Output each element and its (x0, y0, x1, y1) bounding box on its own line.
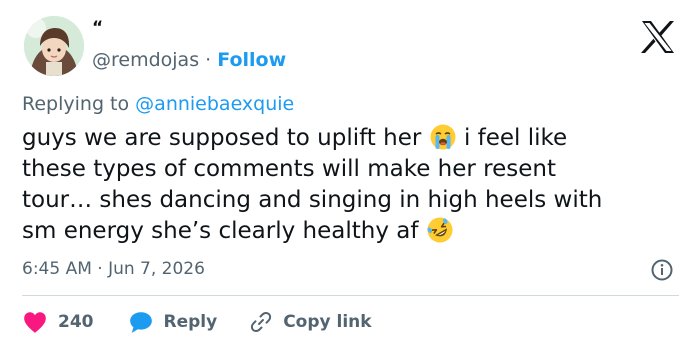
copy-link-button[interactable]: Copy link (249, 310, 372, 334)
avatar[interactable] (24, 16, 84, 76)
tweet-text-segment: guys we are supposed to uplift her (22, 125, 422, 151)
info-icon[interactable] (650, 258, 674, 282)
action-bar: 240 Reply Copy link (22, 308, 682, 336)
like-count: 240 (58, 312, 94, 332)
tweet-card: “ @remdojas · Follow Replying to @annieb… (0, 0, 700, 348)
x-logo-icon[interactable] (640, 20, 676, 54)
tweet-text-segment: i feel like (463, 125, 568, 151)
link-icon (251, 312, 272, 332)
tweet-text-line-2: these types of comments will make her re… (22, 156, 556, 182)
replying-to: Replying to @anniebaexquie (22, 92, 294, 116)
reply-button[interactable]: Reply (128, 310, 218, 334)
separator-dot: · (205, 49, 212, 71)
heart-icon (24, 312, 46, 333)
replying-prefix: Replying to (22, 93, 130, 115)
handle-row: @remdojas · Follow (92, 48, 286, 72)
copy-link-label: Copy link (283, 312, 372, 332)
like-button[interactable]: 240 (22, 310, 94, 334)
reply-mention-link[interactable]: @anniebaexquie (135, 93, 294, 115)
follow-button[interactable]: Follow (217, 49, 286, 71)
divider (22, 295, 679, 296)
tweet-text-line-4: sm energy she’s clearly healthy af (22, 216, 454, 252)
display-name[interactable]: “ (92, 18, 103, 38)
handle[interactable]: @remdojas (92, 49, 199, 71)
avatar-illustration-icon (24, 16, 84, 76)
tweet-text-segment: sm energy she’s clearly healthy af (22, 218, 419, 244)
speech-bubble-icon (129, 312, 152, 333)
timestamp-link[interactable]: 6:45 AM · Jun 7, 2026 (22, 257, 205, 281)
reply-label: Reply (163, 312, 218, 332)
rolling-on-floor-laughing-icon (426, 216, 454, 252)
tweet-text-line-3: tour… shes dancing and singing in high h… (22, 187, 603, 213)
